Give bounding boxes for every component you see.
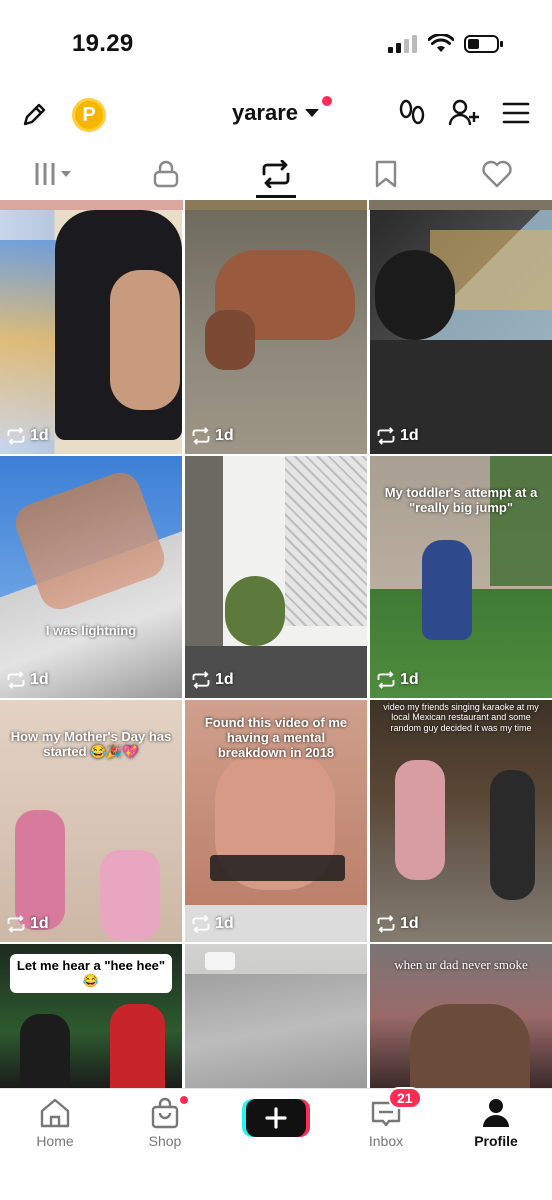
nav-inbox[interactable]: Inbox 21 bbox=[336, 1087, 436, 1149]
repost-icon bbox=[7, 915, 25, 933]
wifi-icon bbox=[428, 34, 454, 52]
profile-tabs bbox=[0, 148, 552, 200]
video-thumbnail[interactable]: My toddler's attempt at a "really big ju… bbox=[370, 456, 552, 698]
repost-meta: 1d bbox=[6, 914, 49, 934]
lock-icon bbox=[153, 160, 178, 188]
signal-icon bbox=[388, 35, 417, 53]
repost-icon bbox=[377, 915, 395, 933]
plus-icon bbox=[265, 1107, 287, 1129]
repost-meta: 1d bbox=[6, 426, 49, 446]
video-thumbnail[interactable]: How my Mother's Day has started 😂🎉💖 1d bbox=[0, 700, 182, 942]
video-thumbnail[interactable]: Found this video of me having a mental b… bbox=[185, 700, 367, 942]
overlay-caption: My toddler's attempt at a "really big ju… bbox=[384, 485, 538, 515]
heart-icon bbox=[482, 160, 512, 188]
footprints-icon[interactable] bbox=[398, 98, 426, 128]
nav-inbox-label: Inbox bbox=[368, 1133, 404, 1149]
repost-meta: 1d bbox=[6, 670, 49, 690]
video-thumbnail[interactable]: when ur dad never smoke bbox=[370, 944, 552, 1088]
repost-icon bbox=[377, 671, 395, 689]
status-bar: 19.29 bbox=[0, 0, 552, 90]
video-thumbnail[interactable] bbox=[185, 944, 367, 1088]
status-icons bbox=[388, 34, 504, 54]
profile-icon bbox=[483, 1099, 509, 1127]
profile-header: P yarare bbox=[0, 90, 552, 142]
video-thumbnail[interactable]: Let me hear a "hee hee" 😂 bbox=[0, 944, 182, 1088]
tab-favorites[interactable] bbox=[331, 148, 441, 200]
video-thumbnail[interactable]: video my friends singing karaoke at my l… bbox=[370, 700, 552, 942]
inbox-badge: 21 bbox=[388, 1087, 422, 1109]
tab-reposts[interactable] bbox=[221, 148, 331, 200]
overlay-caption: How my Mother's Day has started 😂🎉💖 bbox=[10, 729, 172, 759]
repost-icon bbox=[192, 427, 210, 445]
tab-liked[interactable] bbox=[442, 148, 552, 200]
overlay-caption: when ur dad never smoke bbox=[394, 957, 528, 972]
create-button[interactable] bbox=[246, 1099, 306, 1137]
video-thumbnail[interactable]: 1d bbox=[370, 210, 552, 454]
menu-icon[interactable] bbox=[502, 101, 530, 125]
battery-icon bbox=[464, 35, 503, 53]
video-thumbnail[interactable]: 1d bbox=[185, 456, 367, 698]
nav-profile-label: Profile bbox=[474, 1133, 518, 1149]
grid-icon bbox=[35, 163, 72, 185]
bookmark-icon bbox=[376, 160, 397, 188]
tab-private[interactable] bbox=[110, 148, 220, 200]
repost-meta: 1d bbox=[191, 670, 234, 690]
video-thumbnail[interactable]: 1d bbox=[185, 210, 367, 454]
video-thumbnail[interactable]: 1d bbox=[0, 210, 182, 454]
shopping-bag-icon bbox=[151, 1097, 179, 1129]
overlay-caption: I was lightning bbox=[45, 623, 137, 638]
repost-icon bbox=[192, 671, 210, 689]
nav-shop-label: Shop bbox=[148, 1133, 182, 1149]
repost-icon bbox=[192, 915, 210, 933]
repost-meta: 1d bbox=[376, 426, 419, 446]
nav-profile[interactable]: Profile bbox=[446, 1097, 546, 1149]
home-icon bbox=[40, 1098, 70, 1128]
username: yarare bbox=[231, 100, 299, 125]
nav-home[interactable]: Home bbox=[5, 1097, 105, 1149]
repost-meta: 1d bbox=[376, 914, 419, 934]
tab-videos[interactable] bbox=[0, 148, 110, 200]
repost-meta: 1d bbox=[191, 426, 234, 446]
chevron-down-icon bbox=[305, 109, 320, 117]
notification-dot bbox=[322, 96, 333, 106]
repost-icon bbox=[262, 160, 290, 188]
add-friend-icon[interactable] bbox=[448, 98, 480, 128]
nav-home-label: Home bbox=[36, 1133, 74, 1149]
video-thumbnail[interactable]: I was lightning 1d bbox=[0, 456, 182, 698]
repost-icon bbox=[7, 427, 25, 445]
overlay-caption: Let me hear a "hee hee" 😂 bbox=[10, 954, 172, 993]
previous-row-edge bbox=[0, 200, 552, 210]
overlay-caption: Found this video of me having a mental b… bbox=[204, 715, 348, 760]
bottom-navigation: Home Shop Inbox 21 Profile bbox=[0, 1087, 552, 1200]
nav-shop[interactable]: Shop bbox=[115, 1095, 215, 1149]
shop-notification-dot bbox=[179, 1095, 189, 1105]
repost-meta: 1d bbox=[376, 670, 419, 690]
status-time: 19.29 bbox=[72, 30, 134, 57]
reposts-grid: 1d 1d 1d I was lightning 1d 1d My toddle… bbox=[0, 200, 552, 1088]
overlay-caption: video my friends singing karaoke at my l… bbox=[383, 702, 539, 733]
repost-meta: 1d bbox=[191, 914, 234, 934]
account-switcher[interactable]: yarare bbox=[231, 96, 333, 126]
repost-icon bbox=[377, 427, 395, 445]
repost-icon bbox=[7, 671, 25, 689]
